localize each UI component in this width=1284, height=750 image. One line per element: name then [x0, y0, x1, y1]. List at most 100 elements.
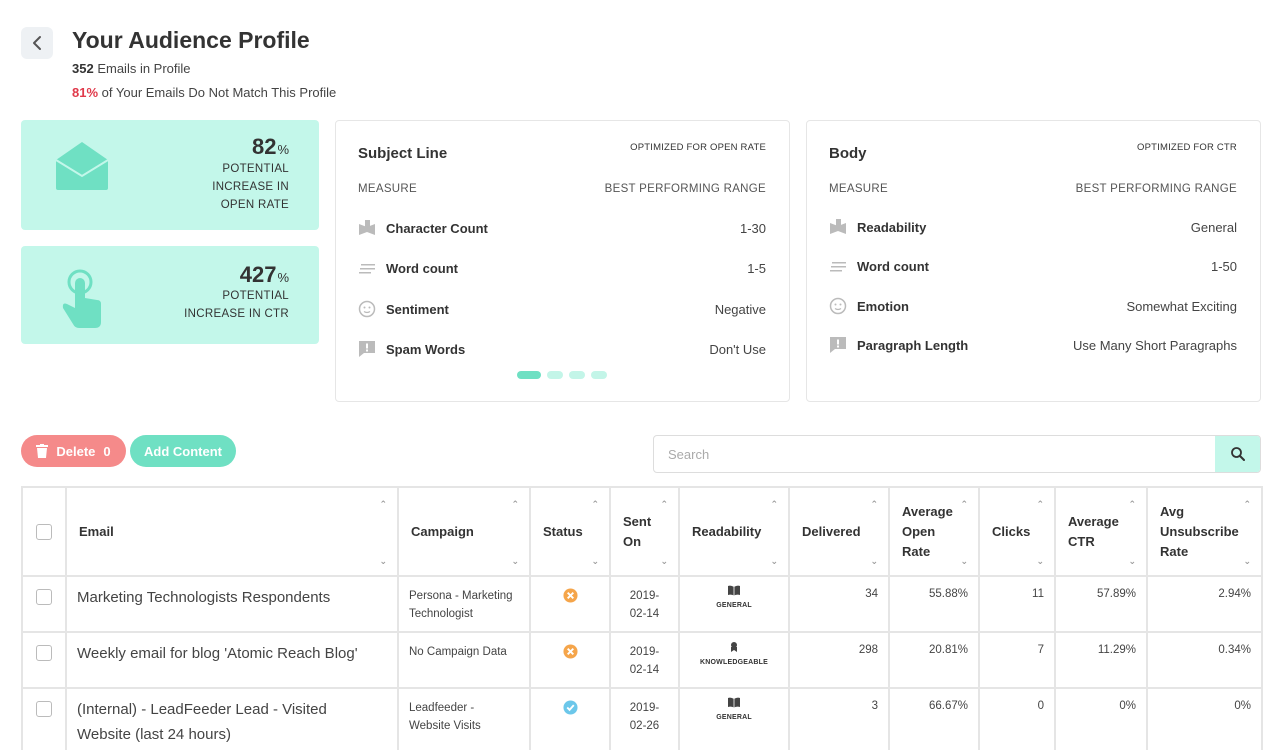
clicks-cell: 7: [978, 631, 1056, 689]
readability-cell: GENERAL: [678, 575, 790, 633]
subject-line-panel: Subject Line OPTIMIZED FOR OPEN RATE MEA…: [335, 120, 790, 402]
delete-button[interactable]: Delete 0: [21, 435, 126, 467]
carousel-dot-3[interactable]: [569, 371, 585, 379]
sort-up-icon[interactable]: ⌃: [1036, 494, 1044, 514]
envelope-icon: [55, 142, 109, 190]
table-row[interactable]: Marketing Technologists Respondents Pers…: [21, 575, 1263, 633]
body-row-emotion: Emotion Somewhat Exciting: [829, 296, 1237, 316]
ctr-cell: 11.29%: [1054, 631, 1148, 689]
sort-up-icon[interactable]: ⌃: [660, 494, 668, 514]
search-icon: [1230, 447, 1245, 461]
sort-up-icon[interactable]: ⌃: [1128, 494, 1136, 514]
col-campaign[interactable]: ⌃ Campaign ⌄: [397, 486, 531, 577]
sort-down-icon[interactable]: ⌄: [660, 551, 668, 571]
sort-up-icon[interactable]: ⌃: [511, 494, 519, 514]
row-checkbox[interactable]: [36, 701, 52, 717]
campaign-cell: No Campaign Data: [397, 631, 531, 689]
sort-down-icon[interactable]: ⌄: [1243, 551, 1251, 571]
check-status-icon: [562, 700, 578, 715]
open-rate-stat-card: 82% POTENTIAL INCREASE IN OPEN RATE: [21, 120, 319, 230]
error-status-icon: [562, 588, 578, 603]
email-name[interactable]: (Internal) - LeadFeeder Lead - Visited We…: [65, 687, 399, 750]
sort-up-icon[interactable]: ⌃: [591, 494, 599, 514]
lines-icon: [359, 264, 375, 274]
col-status[interactable]: ⌃ Status ⌄: [529, 486, 611, 577]
back-button[interactable]: [21, 27, 53, 59]
sort-down-icon[interactable]: ⌄: [511, 551, 519, 571]
open-rate-cell: 20.81%: [888, 631, 980, 689]
sort-down-icon[interactable]: ⌄: [960, 551, 968, 571]
unsubscribe-cell: 2.94%: [1146, 575, 1263, 633]
ctr-stat-card: 427% POTENTIAL INCREASE IN CTR: [21, 246, 319, 344]
sort-down-icon[interactable]: ⌄: [1128, 551, 1136, 571]
sort-down-icon[interactable]: ⌄: [591, 551, 599, 571]
alert-message-icon: [830, 337, 846, 353]
body-panel: Body OPTIMIZED FOR CTR MEASURE BEST PERF…: [806, 120, 1261, 402]
col-delivered[interactable]: ⌃ Delivered ⌄: [788, 486, 890, 577]
sort-down-icon[interactable]: ⌄: [1036, 551, 1044, 571]
email-name[interactable]: Weekly email for blog 'Atomic Reach Blog…: [65, 631, 399, 689]
optimized-open-rate: OPTIMIZED FOR OPEN RATE: [630, 142, 766, 153]
sent-on-cell: 2019- 02-14: [609, 631, 680, 689]
emails-in-profile: 352 Emails in Profile: [72, 61, 191, 76]
col-clicks[interactable]: ⌃ Clicks ⌄: [978, 486, 1056, 577]
sort-up-icon[interactable]: ⌃: [1243, 494, 1251, 514]
col-average-ctr[interactable]: ⌃ Average CTR ⌄: [1054, 486, 1148, 577]
page-title: Your Audience Profile: [72, 27, 310, 53]
readability-cell: KNOWLEDGEABLE: [678, 631, 790, 689]
optimized-ctr: OPTIMIZED FOR CTR: [1137, 142, 1237, 153]
sent-on-cell: 2019- 02-26: [609, 687, 680, 750]
campaign-cell: Persona - Marketing Technologist: [397, 575, 531, 633]
carousel-dot-4[interactable]: [591, 371, 607, 379]
carousel-dots: [517, 371, 607, 379]
sort-up-icon[interactable]: ⌃: [379, 494, 387, 514]
carousel-dot-2[interactable]: [547, 371, 563, 379]
readability-cell: GENERAL: [678, 687, 790, 750]
subject-row-sentiment: Sentiment Negative: [358, 299, 766, 319]
search-input[interactable]: [654, 436, 1216, 472]
col-email[interactable]: ⌃ Email ⌄: [65, 486, 399, 577]
sort-up-icon[interactable]: ⌃: [870, 494, 878, 514]
select-all-checkbox[interactable]: [36, 523, 52, 540]
table-row[interactable]: Weekly email for blog 'Atomic Reach Blog…: [21, 631, 1263, 689]
sent-on-cell: 2019- 02-14: [609, 575, 680, 633]
open-rate-cell: 55.88%: [888, 575, 980, 633]
ctr-value: 427%: [239, 262, 289, 287]
delivered-cell: 3: [788, 687, 890, 750]
body-row-readability: Readability General: [829, 217, 1237, 237]
open-book-icon: [728, 697, 740, 708]
col-readability[interactable]: ⌃ Readability ⌄: [678, 486, 790, 577]
error-status-icon: [562, 644, 578, 659]
sort-down-icon[interactable]: ⌄: [379, 551, 387, 571]
table-row[interactable]: (Internal) - LeadFeeder Lead - Visited We…: [21, 687, 1263, 750]
lines-icon: [830, 262, 846, 272]
row-checkbox[interactable]: [36, 589, 52, 605]
col-average-open-rate[interactable]: ⌃ Average Open Rate ⌄: [888, 486, 980, 577]
sort-up-icon[interactable]: ⌃: [960, 494, 968, 514]
clicks-cell: 0: [978, 687, 1056, 750]
mismatch-info: 81% of Your Emails Do Not Match This Pro…: [72, 85, 337, 100]
search-button[interactable]: [1215, 436, 1260, 472]
ctr-label: POTENTIAL INCREASE IN CTR: [184, 290, 289, 320]
col-sent-on[interactable]: ⌃ Sent On ⌄: [609, 486, 680, 577]
add-content-button[interactable]: Add Content: [130, 435, 236, 467]
sort-down-icon[interactable]: ⌄: [770, 551, 778, 571]
unsubscribe-cell: 0.34%: [1146, 631, 1263, 689]
chevron-left-icon: [33, 36, 41, 50]
carousel-dot-1[interactable]: [517, 371, 541, 379]
pointer-hand-icon: [62, 269, 101, 328]
email-name[interactable]: Marketing Technologists Respondents: [65, 575, 399, 633]
sort-down-icon[interactable]: ⌄: [870, 551, 878, 571]
unsubscribe-cell: 0%: [1146, 687, 1263, 750]
body-row-word-count: Word count 1-50: [829, 256, 1237, 276]
col-avg-unsubscribe-rate[interactable]: ⌃ Avg Unsubscribe Rate ⌄: [1146, 486, 1263, 577]
status-cell: [529, 575, 611, 633]
campaign-cell: Leadfeeder - Website Visits: [397, 687, 531, 750]
row-checkbox[interactable]: [36, 645, 52, 661]
subject-row-spam-words: Spam Words Don't Use: [358, 339, 766, 359]
open-rate-cell: 66.67%: [888, 687, 980, 750]
subject-header: MEASURE BEST PERFORMING RANGE: [358, 183, 766, 195]
emails-table: ⌃ Email ⌄ ⌃ Campaign ⌄ ⌃ Status ⌄ ⌃ Sent On ⌄ ⌃ Re…: [21, 486, 1263, 750]
sort-up-icon[interactable]: ⌃: [770, 494, 778, 514]
subject-row-character-count: Character Count 1-30: [358, 218, 766, 238]
